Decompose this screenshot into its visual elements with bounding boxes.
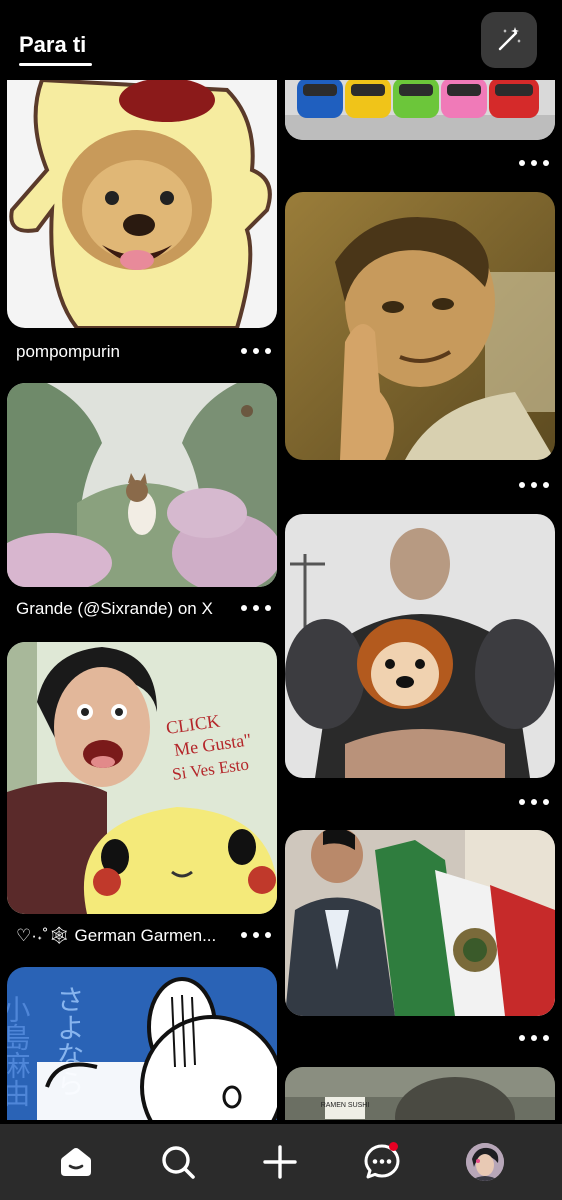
pin-image-pikachu-guy[interactable]: CLICK Me Gusta" Si Ves Esto	[7, 642, 277, 914]
active-tab-indicator	[19, 63, 92, 66]
ramen-sushi-sign: RAMEN SUSHI	[321, 1102, 370, 1109]
bottom-navigation	[0, 1124, 562, 1200]
magic-wand-icon	[498, 27, 521, 51]
pin-title-pikachu-guy[interactable]: ♡·˖˚🕸 German Garmen...	[16, 926, 236, 946]
nav-home[interactable]	[52, 1138, 100, 1186]
pin-more-man-thinking[interactable]	[519, 475, 549, 495]
home-icon	[61, 1148, 91, 1176]
japanese-text-left: 小島麻由	[7, 995, 32, 1107]
pin-title-cat-forest[interactable]: Grande (@Sixrande) on X	[16, 599, 236, 619]
pin-image-cat-forest[interactable]	[7, 383, 277, 587]
pin-image-man-thinking[interactable]	[285, 192, 555, 460]
magic-wand-button[interactable]	[481, 12, 537, 68]
nav-search[interactable]	[154, 1138, 202, 1186]
pin-more-mexico-flag[interactable]	[519, 1028, 549, 1048]
pin-image-mexico-flag[interactable]	[285, 830, 555, 1016]
pin-image-ramen-sushi[interactable]: RAMEN SUSHI	[285, 1067, 555, 1120]
pin-image-pompompurin[interactable]	[7, 80, 277, 328]
pin-image-cars[interactable]	[285, 80, 555, 140]
top-bar: Para ti	[0, 0, 562, 80]
pin-more-cat-forest[interactable]	[241, 598, 271, 618]
profile-avatar	[466, 1143, 504, 1181]
pin-image-man-puppies[interactable]	[285, 514, 555, 778]
nav-profile[interactable]	[461, 1138, 509, 1186]
nav-create[interactable]	[256, 1138, 304, 1186]
nav-messages[interactable]	[358, 1138, 406, 1186]
tab-para-ti[interactable]: Para ti	[19, 32, 86, 58]
notification-dot	[389, 1142, 398, 1151]
pin-image-japanese-text[interactable]: 小島麻由 さよなら	[7, 967, 277, 1120]
pin-feed[interactable]: pompompurin Grande (@Sixrande) on X CLIC…	[0, 80, 562, 1120]
pin-more-man-puppies[interactable]	[519, 792, 549, 812]
pin-more-pikachu-guy[interactable]	[241, 925, 271, 945]
plus-icon	[263, 1145, 297, 1179]
search-icon	[162, 1146, 195, 1179]
pin-more-cars[interactable]	[519, 153, 549, 173]
pin-title-pompompurin[interactable]: pompompurin	[16, 342, 236, 362]
pin-more-pompompurin[interactable]	[241, 341, 271, 361]
